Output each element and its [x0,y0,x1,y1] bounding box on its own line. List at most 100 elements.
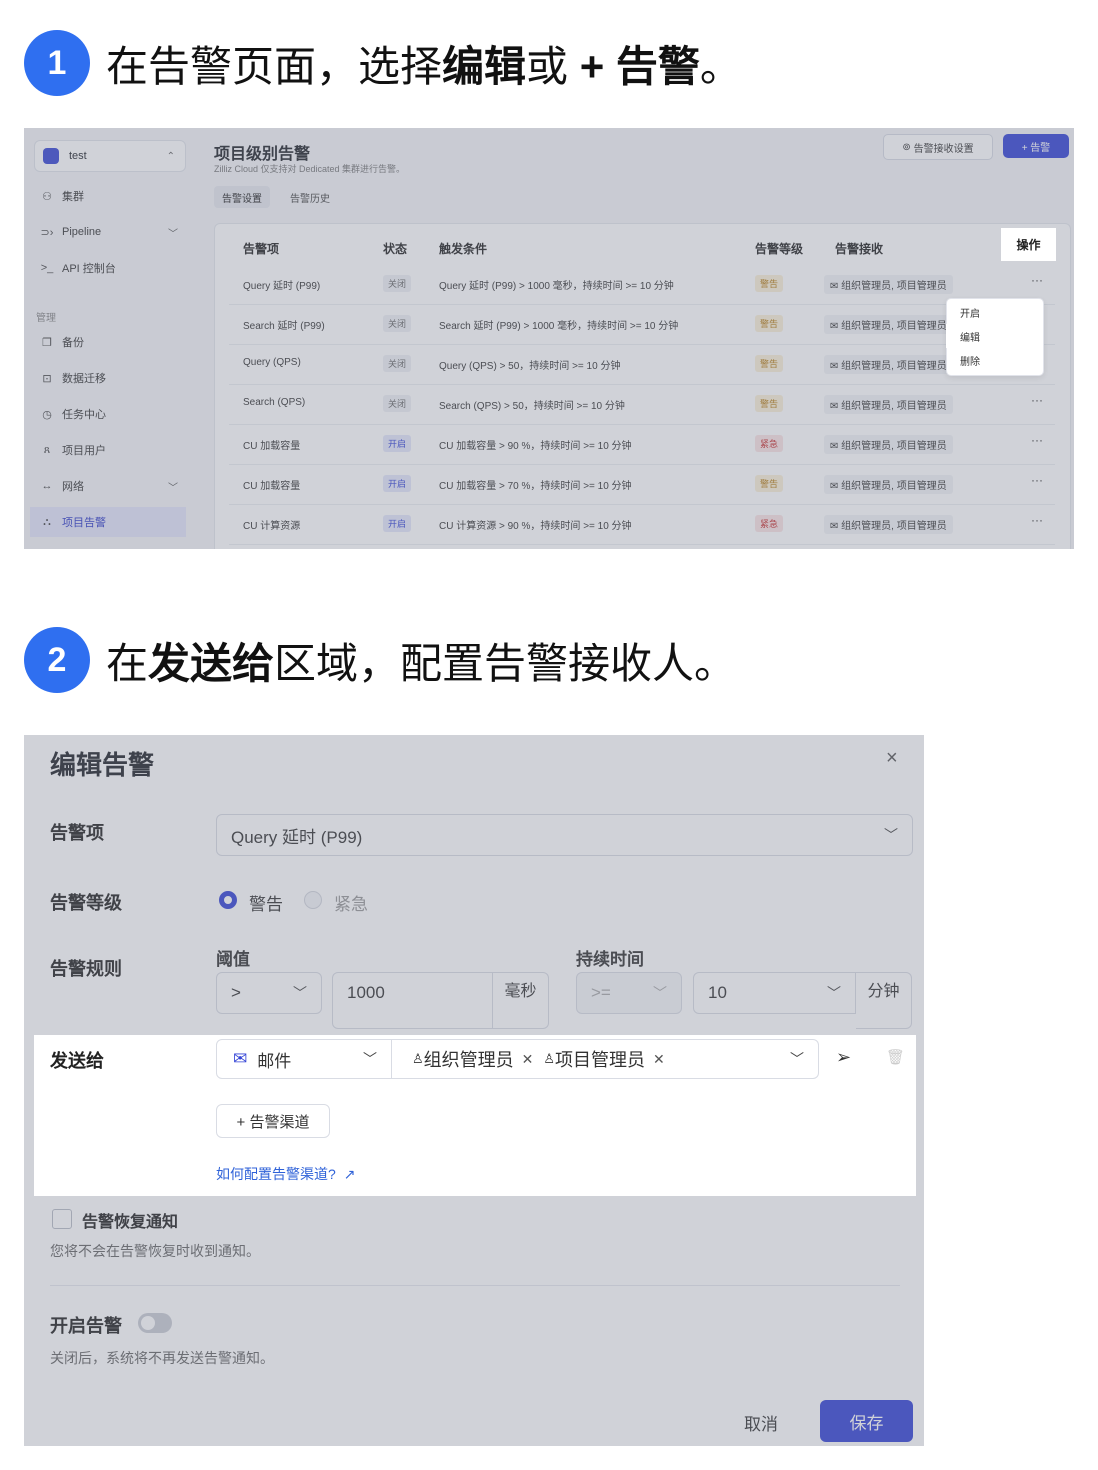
status-badge: 开启 [383,435,412,452]
step-1-header: 1 在告警页面，选择编辑或 + 告警。 [24,30,742,96]
channel-select[interactable]: ✉ 邮件 ﹀ [216,1039,392,1079]
sidebar-item-api-console[interactable]: >_ API 控制台 [30,253,186,283]
users-icon: ጸ [43,443,51,456]
radio-warning-label: 警告 [249,895,283,914]
step-2-header: 2 在发送给区域，配置告警接收人。 [24,627,736,693]
sidebar-item-pipeline[interactable]: ⊃› Pipeline ﹀ [30,217,186,247]
enable-alert-toggle[interactable] [138,1313,172,1333]
menu-item-enable[interactable]: 开启 [947,301,1041,323]
add-alert-button[interactable]: + 告警 [1003,134,1069,158]
remove-tag-icon[interactable]: ✕ [522,1051,534,1068]
network-icon: ↔ [41,480,53,492]
sidebar-item-alerts[interactable]: ⛬ 项目告警 [30,507,186,537]
duration-label: 持续时间 [576,950,644,969]
alert-list-screenshot: test ⌃ ⚇ 集群 ⊃› Pipeline ﹀ >_ API 控制台 管理 ❐ 备份 … [24,128,1074,549]
sidebar-section-manage: 管理 [36,313,56,324]
chevron-down-icon: ﹀ [653,985,667,1001]
duration-value-select[interactable]: 10 ﹀ [693,972,856,1014]
user-icon: ♙ [412,1051,424,1066]
more-actions-button[interactable]: ··· [1031,513,1043,527]
column-header-actions: 操作 [1001,228,1056,261]
radio-warning[interactable] [219,891,237,909]
edit-alert-dialog-screenshot: 编辑告警 × 告警项 Query 延时 (P99) ﹀ 告警等级 警告 紧急 告… [24,735,924,1446]
sidebar: test ⌃ ⚇ 集群 ⊃› Pipeline ﹀ >_ API 控制台 管理 ❐ 备份 … [24,128,194,549]
pipeline-icon: ⊃› [40,226,54,239]
user-icon: ♙ [543,1051,556,1066]
save-button[interactable]: 保存 [820,1400,913,1442]
menu-item-delete[interactable]: 删除 [947,349,1041,371]
recipients-select[interactable]: ♙ 组织管理员 ✕ ♙ 项目管理员 ✕ ﹀ [392,1039,819,1079]
level-badge: 警告 [755,395,784,412]
threshold-label: 阈值 [216,950,250,969]
close-icon[interactable]: × [886,747,898,770]
status-badge: 关闭 [383,315,412,332]
page-subtitle: Zilliz Cloud 仅支持对 Dedicated 集群进行告警。 [214,164,406,174]
dim-overlay [916,1035,924,1196]
sidebar-item-backup[interactable]: ❐ 备份 [30,327,186,357]
sidebar-item-cluster[interactable]: ⚇ 集群 [30,181,186,211]
table-row: Search 延时 (P99) 关闭 Search 延时 (P99) > 100… [229,304,1055,345]
main-content: 项目级别告警 Zilliz Cloud 仅支持对 Dedicated 集群进行告… [212,128,1074,549]
recovery-description: 您将不会在告警恢复时收到通知。 [50,1243,260,1259]
level-badge: 紧急 [755,435,784,452]
table-row: CU 计算资源 开启 CU 计算资源 > 90 %，持续时间 >= 10 分钟 … [229,504,1055,545]
recovery-checkbox[interactable] [52,1209,72,1229]
threshold-unit: 毫秒 [493,972,549,1029]
radio-critical[interactable] [304,891,322,909]
threshold-value-input[interactable]: 1000 [332,972,493,1029]
label-alert-level: 告警等级 [50,893,122,913]
more-actions-button[interactable]: ··· [1031,433,1043,447]
label-alert-item: 告警项 [50,823,104,843]
menu-item-edit[interactable]: 编辑 [947,325,1041,347]
cancel-button[interactable]: 取消 [744,1410,778,1435]
column-header: 告警等级 [755,242,804,256]
level-badge: 警告 [755,475,784,492]
tab-alert-settings[interactable]: 告警设置 [214,186,270,208]
more-actions-button[interactable]: ··· [1031,393,1043,407]
chevron-down-icon: ﹀ [168,482,178,494]
step-instruction: 在告警页面，选择编辑或 + 告警。 [106,42,742,90]
enable-alert-description: 关闭后，系统将不再发送告警通知。 [50,1350,274,1366]
column-header: 触发条件 [439,242,488,256]
more-actions-button[interactable]: ··· [1031,273,1043,287]
radio-critical-label: 紧急 [334,895,368,914]
tab-alert-history[interactable]: 告警历史 [282,186,338,208]
clock-icon: ◷ [42,408,52,421]
add-channel-button[interactable]: + 告警渠道 [216,1104,330,1138]
help-link[interactable]: 如何配置告警渠道? ↗ [216,1164,355,1184]
level-badge: 警告 [755,315,784,332]
status-badge: 关闭 [383,355,412,372]
table-row: Query (QPS) 关闭 Query (QPS) > 50，持续时间 >= … [229,344,1055,385]
step-instruction: 在发送给区域，配置告警接收人。 [106,639,737,687]
sidebar-item-jobs[interactable]: ◷ 任务中心 [30,399,186,429]
recipient-tag: ♙ 组织管理员 ✕ [412,1050,534,1070]
recipient-tag: ♙ 项目管理员 ✕ [543,1050,665,1070]
trash-icon[interactable]: 🗑 [886,1048,905,1066]
column-header: 状态 [383,242,408,256]
sidebar-item-users[interactable]: ጸ 项目用户 [30,435,186,465]
duration-unit: 分钟 [856,972,912,1029]
alert-item-select[interactable]: Query 延时 (P99) ﹀ [216,814,913,856]
remove-tag-icon[interactable]: ✕ [653,1051,665,1068]
status-badge: 关闭 [383,275,412,292]
mail-icon: ✉ [233,1049,248,1068]
receive-settings-button[interactable]: ⊚ 告警接收设置 [883,134,993,160]
divider [50,1285,900,1286]
column-header: 告警接收 [835,242,884,256]
step-number: 2 [24,627,90,693]
more-actions-button[interactable]: ··· [1031,473,1043,487]
threshold-operator-select[interactable]: > ﹀ [216,972,322,1014]
table-row: Search (QPS) 关闭 Search (QPS) > 50，持续时间 >… [229,384,1055,425]
status-badge: 关闭 [383,395,412,412]
sidebar-item-network[interactable]: ↔ 网络 ﹀ [30,471,186,501]
backup-icon: ❐ [42,336,52,349]
duration-operator-select[interactable]: >= ﹀ [576,972,682,1014]
page-title: 项目级别告警 [214,146,311,163]
dialog-title: 编辑告警 [50,750,155,780]
chevron-down-icon: ﹀ [790,1051,804,1067]
send-test-icon[interactable]: ➢ [836,1047,851,1068]
chevron-down-icon: ﹀ [363,1051,377,1067]
project-selector[interactable]: test ⌃ [34,140,186,172]
receiver-tag: ✉ 组织管理员, 项目管理员 [824,475,953,494]
sidebar-item-migration[interactable]: ⊡ 数据迁移 [30,363,186,393]
